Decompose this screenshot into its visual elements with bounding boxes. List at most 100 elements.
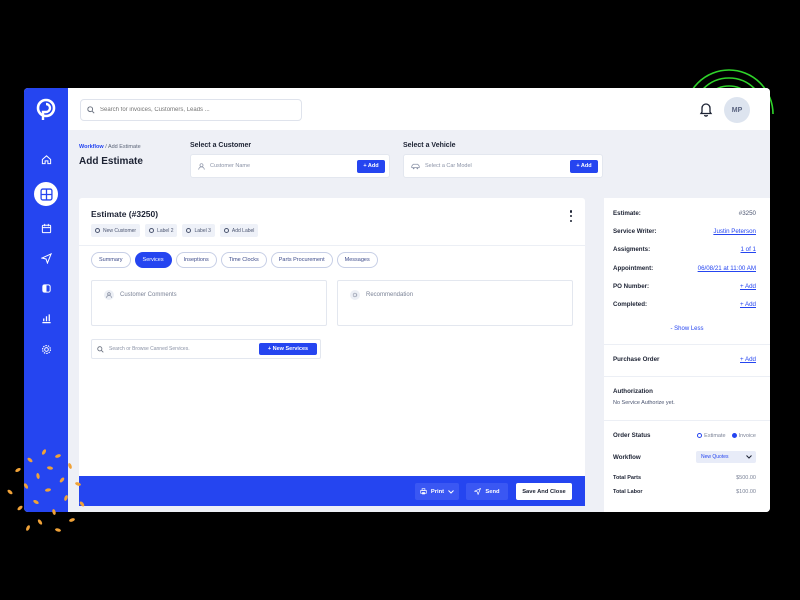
appointment-row: Appointment: 06/08/21 at 11:00 AM bbox=[613, 265, 756, 272]
label-chip[interactable]: New Customer bbox=[91, 224, 141, 237]
search-icon bbox=[87, 106, 95, 114]
order-status-label: Order Status bbox=[613, 432, 651, 439]
avatar[interactable]: MP bbox=[724, 97, 750, 123]
new-services-button[interactable]: + New Services bbox=[259, 343, 317, 355]
home-icon[interactable] bbox=[36, 149, 56, 169]
add-customer-button[interactable]: + Add bbox=[357, 159, 385, 173]
gear-icon bbox=[350, 290, 360, 300]
appointment-label: Appointment: bbox=[613, 265, 654, 272]
assignments-label: Assigments: bbox=[613, 246, 651, 253]
tab-parts-procurement[interactable]: Parts Procurement bbox=[270, 252, 333, 268]
search-input[interactable] bbox=[100, 107, 290, 113]
appointment-link[interactable]: 06/08/21 at 11:00 AM bbox=[698, 265, 756, 272]
order-status-options: Estimate Invoice bbox=[697, 433, 756, 439]
gear-icon[interactable] bbox=[36, 339, 56, 359]
divider bbox=[604, 344, 770, 345]
authorization-text: No Service Authorize yet. bbox=[613, 400, 675, 406]
label-list: New Customer Label 2 Label 3 Add Label bbox=[91, 224, 259, 237]
more-options-icon[interactable] bbox=[569, 210, 573, 222]
label-chip[interactable]: Label 2 bbox=[145, 224, 178, 237]
calendar-icon[interactable] bbox=[36, 218, 56, 238]
purchase-order-row: Purchase Order + Add bbox=[613, 356, 756, 363]
tab-messages[interactable]: Messages bbox=[336, 252, 378, 268]
customer-field[interactable]: Customer Name + Add bbox=[190, 154, 390, 178]
total-labor-value: $100.00 bbox=[736, 489, 756, 495]
print-label: Print bbox=[430, 488, 445, 495]
add-completed-link[interactable]: + Add bbox=[740, 301, 756, 308]
breadcrumb-workflow[interactable]: Workflow bbox=[79, 144, 104, 150]
top-bar: MP bbox=[68, 88, 770, 130]
plus-icon bbox=[223, 228, 229, 233]
workflow-row: Workflow New Quotes bbox=[613, 451, 756, 463]
search-icon bbox=[97, 345, 104, 353]
total-parts-label: Total Parts bbox=[613, 475, 642, 481]
estimate-card: Estimate (#3250) New Customer Label 2 La… bbox=[79, 198, 585, 506]
total-parts-value: $500.00 bbox=[736, 475, 756, 481]
assignments-link[interactable]: 1 of 1 bbox=[741, 246, 756, 253]
decorative-dots bbox=[7, 449, 85, 532]
app-window: MP Workflow / Add Estimate Add Estimate … bbox=[24, 88, 770, 512]
service-search[interactable]: Search or Browse Canned Services. + New … bbox=[91, 339, 321, 359]
breadcrumb-current: Add Estimate bbox=[107, 144, 141, 150]
estimate-row: Estimate: #3250 bbox=[613, 210, 756, 217]
label-icon bbox=[95, 228, 100, 233]
chevron-down-icon bbox=[746, 455, 752, 459]
estimate-number-label: Estimate: bbox=[613, 210, 641, 217]
radio-estimate-label: Estimate bbox=[704, 432, 726, 439]
send-button[interactable]: Send bbox=[466, 483, 508, 500]
recommendation-box[interactable]: Recommendation bbox=[337, 280, 573, 326]
breadcrumb: Workflow / Add Estimate bbox=[79, 144, 141, 150]
vehicle-field[interactable]: Select a Car Model + Add bbox=[403, 154, 603, 178]
customer-comments-box[interactable]: Customer Comments bbox=[91, 280, 327, 326]
service-writer-link[interactable]: Justin Peterson bbox=[713, 228, 756, 235]
total-labor-row: Total Labor $100.00 bbox=[613, 489, 756, 495]
car-icon bbox=[411, 163, 420, 169]
total-labor-label: Total Labor bbox=[613, 489, 643, 495]
label-chip[interactable]: Label 3 bbox=[182, 224, 215, 237]
estimate-tabs: Summary Services Inseptions Time Clocks … bbox=[91, 252, 378, 268]
tab-summary[interactable]: Summary bbox=[91, 252, 131, 268]
show-less-link[interactable]: - Show Less bbox=[604, 326, 770, 332]
workflow-select[interactable]: New Quotes bbox=[696, 451, 756, 463]
send-label: Send bbox=[485, 488, 500, 495]
tab-time-clocks[interactable]: Time Clocks bbox=[220, 252, 267, 268]
tag-icon[interactable] bbox=[36, 278, 56, 298]
label-text: New Customer bbox=[103, 227, 137, 234]
app-logo[interactable] bbox=[34, 97, 58, 123]
authorization-title: Authorization bbox=[613, 388, 653, 395]
global-search[interactable] bbox=[80, 99, 302, 121]
customer-placeholder: Customer Name bbox=[210, 163, 251, 169]
label-icon bbox=[149, 228, 155, 233]
print-button[interactable]: Print bbox=[415, 483, 459, 500]
tab-inspections[interactable]: Inseptions bbox=[175, 252, 217, 268]
label-text: Label 3 bbox=[194, 227, 211, 234]
add-purchase-order-link[interactable]: + Add bbox=[740, 356, 756, 363]
purchase-order-label: Purchase Order bbox=[613, 356, 660, 363]
customer-label: Select a Customer bbox=[190, 142, 252, 149]
save-and-close-button[interactable]: Save And Close bbox=[516, 483, 572, 500]
completed-row: Completed: + Add bbox=[613, 301, 756, 308]
vehicle-label: Select a Vehicle bbox=[403, 142, 456, 149]
send-icon[interactable] bbox=[36, 248, 56, 268]
add-po-number-link[interactable]: + Add bbox=[740, 283, 756, 290]
add-label-button[interactable]: Add Label bbox=[219, 224, 259, 237]
vehicle-placeholder: Select a Car Model bbox=[425, 163, 472, 169]
workflow-value: New Quotes bbox=[701, 454, 729, 460]
po-number-label: PO Number: bbox=[613, 283, 650, 290]
breadcrumb-separator: / bbox=[105, 144, 107, 150]
user-icon bbox=[104, 290, 114, 300]
action-footer: Print Send Save And Close bbox=[79, 476, 585, 506]
radio-invoice[interactable]: Invoice bbox=[731, 432, 756, 439]
estimate-details-panel: Estimate: #3250 Service Writer: Justin P… bbox=[604, 198, 770, 512]
radio-estimate[interactable]: Estimate bbox=[697, 432, 726, 439]
divider bbox=[604, 420, 770, 421]
service-search-placeholder: Search or Browse Canned Services. bbox=[109, 346, 190, 352]
radio-invoice-label: Invoice bbox=[738, 432, 756, 439]
workflow-label: Workflow bbox=[613, 453, 641, 461]
tab-services[interactable]: Services bbox=[134, 252, 172, 268]
grid-icon[interactable] bbox=[34, 182, 58, 206]
radio-icon bbox=[697, 432, 703, 438]
add-vehicle-button[interactable]: + Add bbox=[570, 159, 598, 173]
bell-icon[interactable] bbox=[698, 101, 714, 117]
chart-icon[interactable] bbox=[36, 308, 56, 328]
